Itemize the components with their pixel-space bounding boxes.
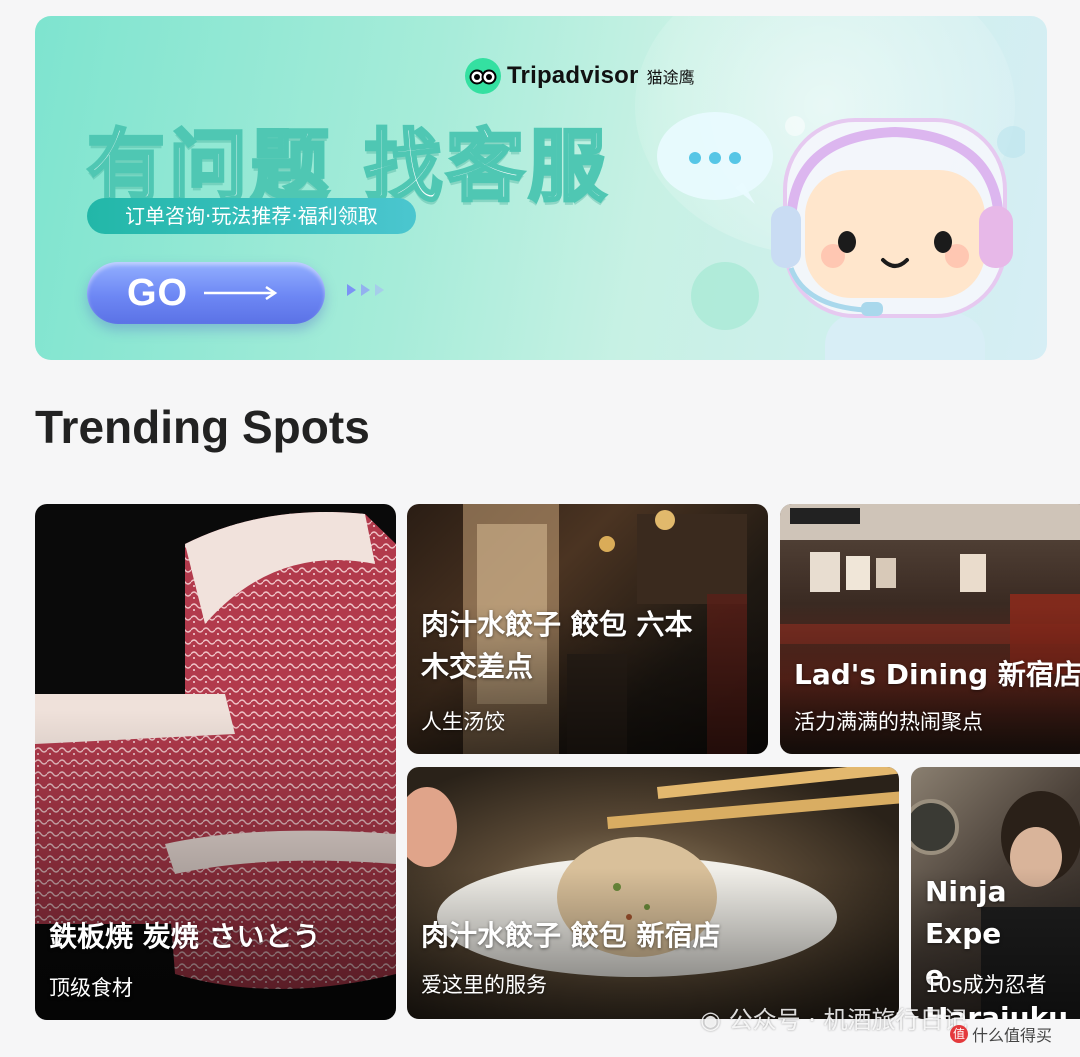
watermark-text: ◉ 公众号 · 机酒旅行日记 <box>700 1000 967 1035</box>
brand-name: Tripadvisor <box>507 62 639 89</box>
card-title: 肉汁水餃子 餃包 六本 木交差点 <box>421 608 693 683</box>
robot-mascot-icon <box>657 112 1025 360</box>
card-title: 鉄板焼 炭焼 さいとう <box>49 920 321 953</box>
card-subtitle: 爱这里的服务 <box>421 973 547 997</box>
card-title: 肉汁水餃子 餃包 新宿店 <box>421 919 721 952</box>
site-watermark: 值 什么值得买 <box>950 1022 1052 1046</box>
go-button-label: GO <box>127 271 189 314</box>
watermark-label: 公众号 · 机酒旅行日记 <box>728 1006 968 1034</box>
spot-card[interactable]: Ninja Expe e Harajuku 10s成为忍者 <box>911 767 1080 1019</box>
spot-card[interactable]: Lad's Dining 新宿店 活力满满的热闹聚点 <box>780 504 1080 754</box>
wechat-icon: ◉ <box>700 1006 721 1034</box>
customer-service-banner[interactable]: Tripadvisor 猫途鹰 有问题 找客服 订单咨询·玩法推荐·福利领取 G… <box>35 16 1047 360</box>
site-logo-icon: 值 <box>950 1025 968 1043</box>
site-watermark-label: 什么值得买 <box>972 1026 1053 1045</box>
card-subtitle: 顶级食材 <box>49 976 133 1000</box>
banner-tagline: 订单咨询·玩法推荐·福利领取 <box>87 198 416 234</box>
section-title: Trending Spots <box>35 401 370 453</box>
card-title: Lad's Dining 新宿店 <box>794 658 1080 691</box>
card-subtitle: 10s成为忍者 <box>925 973 1047 997</box>
brand-chinese-name: 猫途鹰 <box>646 68 695 87</box>
brand-logo-group: Tripadvisor 猫途鹰 <box>465 56 695 96</box>
spot-card[interactable]: 肉汁水餃子 餃包 新宿店 爱这里的服务 <box>407 767 899 1019</box>
spot-card[interactable]: 鉄板焼 炭焼 さいとう 顶级食材 <box>35 504 396 1020</box>
chevrons-right-icon <box>347 284 384 296</box>
go-button[interactable]: GO <box>87 262 325 324</box>
spot-card[interactable]: 肉汁水餃子 餃包 六本 木交差点 人生汤饺 <box>407 504 768 754</box>
card-subtitle: 人生汤饺 <box>421 710 505 734</box>
arrow-right-icon <box>204 285 278 301</box>
card-subtitle: 活力满满的热闹聚点 <box>794 710 983 734</box>
owl-logo-icon <box>465 58 501 94</box>
